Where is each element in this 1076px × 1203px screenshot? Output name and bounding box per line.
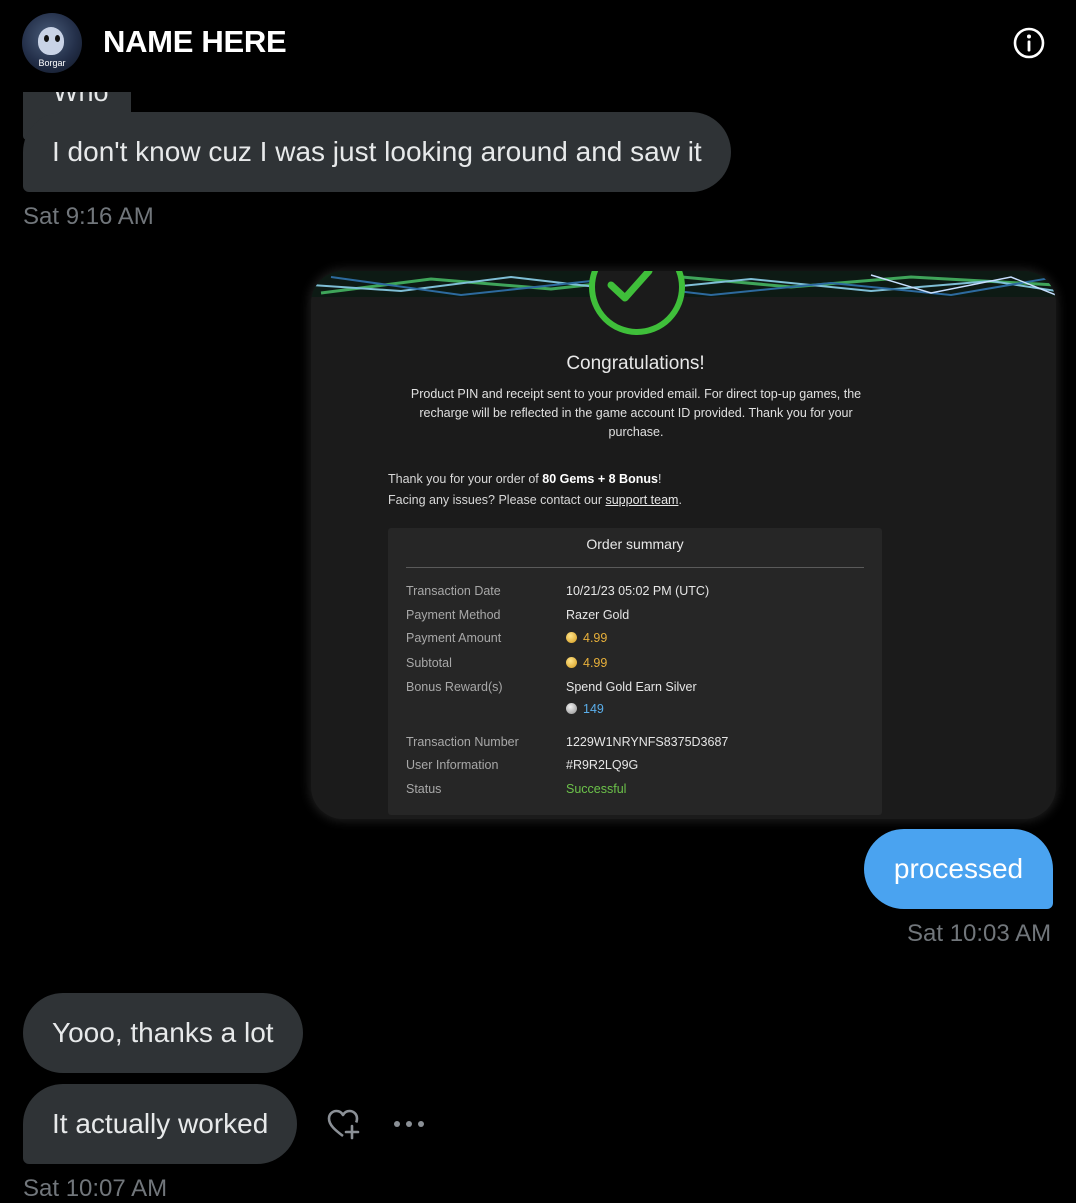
order-item: 80 Gems + 8 Bonus	[542, 472, 658, 486]
message-text: Who	[53, 92, 109, 107]
message-text: It actually worked	[52, 1108, 269, 1139]
subtotal-label: Subtotal	[406, 656, 452, 670]
status-value: Successful	[566, 782, 627, 796]
transaction-number-label: Transaction Number	[406, 735, 519, 749]
sent-message[interactable]: processed	[864, 829, 1053, 909]
support-team-link[interactable]: support team	[605, 493, 678, 507]
issues-line: Facing any issues? Please contact our su…	[388, 493, 682, 507]
receipt-image[interactable]: Congratulations! Product PIN and receipt…	[311, 271, 1056, 819]
gold-coin-icon	[566, 632, 577, 643]
transaction-date-label: Transaction Date	[406, 584, 501, 598]
message-text: I don't know cuz I was just looking arou…	[52, 136, 702, 167]
message-text: Yooo, thanks a lot	[52, 1017, 274, 1048]
subtotal-text: 4.99	[583, 656, 608, 670]
issues-suffix: .	[678, 493, 682, 507]
divider	[406, 567, 864, 568]
bonus-reward-label: Bonus Reward(s)	[406, 680, 503, 694]
silver-reward: 149	[566, 702, 604, 716]
avatar-face	[38, 27, 64, 55]
silver-reward-text: 149	[583, 702, 604, 716]
avatar[interactable]: Borgar	[22, 13, 82, 73]
silver-coin-icon	[566, 703, 577, 714]
contact-name[interactable]: NAME HERE	[103, 24, 287, 60]
received-message[interactable]: I don't know cuz I was just looking arou…	[23, 112, 731, 192]
gold-coin-icon	[566, 657, 577, 668]
payment-method-label: Payment Method	[406, 608, 501, 622]
order-summary: Order summary Transaction Date 10/21/23 …	[388, 528, 882, 815]
subtotal-value: 4.99	[566, 656, 607, 670]
conversation-header: Borgar NAME HERE	[0, 0, 1076, 90]
transaction-number-value: 1229W1NRYNFS8375D3687	[566, 735, 729, 749]
payment-method-value: Razer Gold	[566, 608, 630, 622]
receipt-title: Congratulations!	[566, 353, 705, 374]
receipt-message: Product PIN and receipt sent to your pro…	[410, 387, 862, 439]
payment-amount-text: 4.99	[583, 631, 608, 645]
payment-amount-value: 4.99	[566, 631, 607, 645]
timestamp: Sat 10:07 AM	[23, 1175, 168, 1202]
checkmark-icon	[607, 271, 653, 302]
bonus-reward-value: Spend Gold Earn Silver	[566, 680, 697, 694]
user-information-label: User Information	[406, 758, 499, 772]
order-line: Thank you for your order of 80 Gems + 8 …	[388, 472, 661, 486]
avatar-eye	[55, 35, 60, 42]
transaction-date-value: 10/21/23 05:02 PM (UTC)	[566, 584, 710, 598]
received-message[interactable]: Yooo, thanks a lot	[23, 993, 303, 1073]
timestamp: Sat 9:16 AM	[23, 203, 154, 230]
payment-amount-label: Payment Amount	[406, 631, 502, 645]
summary-title: Order summary	[586, 536, 684, 552]
avatar-label: Borgar	[38, 58, 66, 68]
received-message[interactable]: It actually worked	[23, 1084, 298, 1164]
issues-prefix: Facing any issues? Please contact our	[388, 493, 606, 507]
order-prefix: Thank you for your order of	[388, 472, 543, 486]
message-text: processed	[893, 853, 1024, 884]
heart-plus-icon[interactable]	[326, 1107, 362, 1141]
info-circle-icon[interactable]	[1012, 26, 1046, 60]
timestamp: Sat 10:03 AM	[907, 920, 1052, 947]
order-suffix: !	[657, 472, 662, 486]
avatar-eye	[44, 35, 49, 42]
more-dots-icon[interactable]	[392, 1116, 426, 1132]
user-information-value: #R9R2LQ9G	[566, 758, 639, 772]
status-label: Status	[406, 782, 442, 796]
